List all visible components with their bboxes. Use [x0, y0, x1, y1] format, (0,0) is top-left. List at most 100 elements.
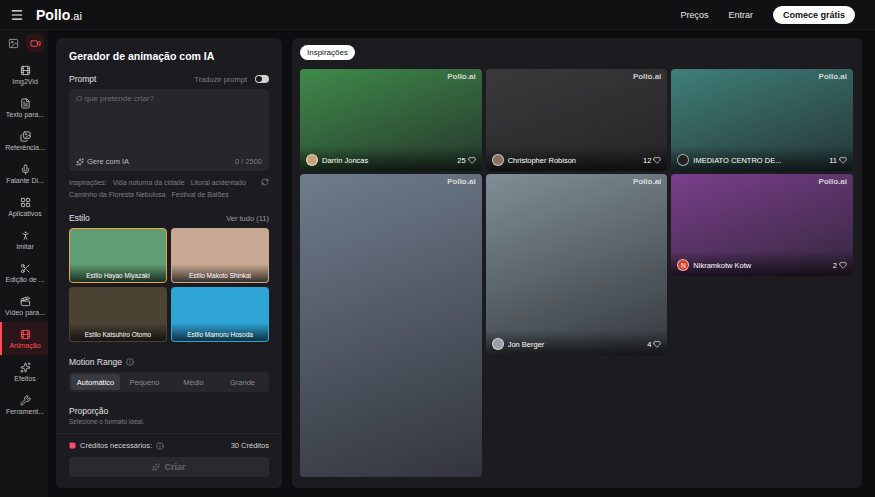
avatar[interactable] [677, 154, 689, 166]
like-count[interactable]: 11 [829, 156, 847, 165]
inspiration-chip[interactable]: Festival de Balões [172, 190, 229, 199]
sidebar-item[interactable]: Edição de ... [0, 256, 48, 289]
sidebar-item[interactable]: Falante Di... [0, 157, 48, 190]
mode-button[interactable] [4, 34, 22, 52]
nav-icon [20, 65, 31, 76]
inspiration-chip[interactable]: Vida noturna da cidade [113, 178, 185, 187]
motion-option[interactable]: Médio [169, 374, 218, 390]
style-card[interactable]: Estilo Katsuhiro Otomo [69, 287, 167, 342]
nav-icon [20, 395, 31, 406]
create-button[interactable]: Criar [69, 457, 269, 477]
watermark: Pollo.ai [447, 177, 475, 186]
author-name[interactable]: Christopher Robison [508, 156, 639, 165]
refresh-icon[interactable] [261, 178, 269, 186]
prompt-box: Gere com IA0 / 2500 [69, 89, 269, 171]
card-footer: Christopher Robison 12 [486, 146, 668, 171]
inspirations-tag[interactable]: Inspirações [300, 45, 355, 60]
sidebar: Img2VidTexto para...Referência...Falante… [0, 30, 48, 497]
style-card[interactable]: Estilo Hayao Miyazaki [69, 228, 167, 283]
prompt-label: Prompt [69, 74, 96, 84]
logo[interactable]: Pollo.ai [36, 7, 82, 23]
form-footer: Créditos necessários: 30 Créditos Criar [56, 433, 282, 488]
gallery-card[interactable]: Pollo.aiIMEDIATO CENTRO DE...11 [671, 69, 853, 171]
watermark: Pollo.ai [447, 72, 475, 81]
image-icon [8, 38, 19, 49]
sidebar-item[interactable]: Vídeo para... [0, 289, 48, 322]
nav-icon [20, 98, 31, 109]
gallery-card[interactable]: Pollo.ai N Nikramkotw Kotw 2 [671, 174, 853, 276]
nav-icon [20, 230, 31, 241]
sidebar-item[interactable]: Efeitos [0, 355, 48, 388]
author-name[interactable]: IMEDIATO CENTRO DE... [693, 156, 825, 165]
nav-link[interactable]: Preços [680, 10, 708, 20]
gallery-column: Pollo.ai Darrin Joncas 25 Pollo.ai [300, 69, 482, 488]
nav-icon [20, 263, 31, 274]
mode-button[interactable] [26, 34, 44, 52]
watermark: Pollo.ai [819, 177, 847, 186]
sidebar-item[interactable]: Aplicativos [0, 190, 48, 223]
inspiration-chip[interactable]: Litoral acidentado [191, 178, 246, 187]
style-card[interactable]: Estilo Mamoru Hosoda [171, 287, 269, 342]
ratio-label: Proporção [69, 406, 269, 416]
nav-link[interactable]: Entrar [728, 10, 753, 20]
heart-icon [468, 156, 476, 164]
see-all-link[interactable]: Ver tudo (11) [226, 214, 269, 223]
gallery-card[interactable]: Pollo.aiChristopher Robison12 [486, 69, 668, 171]
motion-range: AutomáticoPequenoMédioGrande [69, 372, 269, 392]
generate-ai-button[interactable]: Gere com IA [76, 157, 129, 166]
inspirations: Inspirações:Vida noturna da cidadeLitora… [69, 178, 269, 199]
nav-icon [20, 131, 31, 142]
sparkles-icon [152, 463, 160, 471]
gallery-column: Pollo.ai IMEDIATO CENTRO DE... 11 Pollo.ai N… [671, 69, 853, 488]
sidebar-item[interactable]: Ferrament... [0, 388, 48, 421]
avatar[interactable] [492, 338, 504, 350]
heart-icon [653, 156, 661, 164]
sidebar-item[interactable]: Img2Vid [0, 58, 48, 91]
avatar[interactable]: N [677, 259, 689, 271]
generator-panel: Gerador de animação com IA Prompt Traduzir… [56, 38, 282, 488]
author-name[interactable]: Darrin Joncas [322, 156, 453, 165]
gallery-card[interactable]: Pollo.aiJon Berger4 [486, 174, 668, 355]
info-icon[interactable] [156, 442, 164, 450]
avatar[interactable] [492, 154, 504, 166]
motion-option[interactable]: Automático [71, 374, 120, 390]
app: Pollo.ai Preços Entrar Comece grátis Img2Vid… [0, 0, 875, 497]
like-count[interactable]: 25 [457, 156, 475, 165]
card-footer: Darrin Joncas 25 [300, 146, 482, 171]
sidebar-item[interactable]: Texto para... [0, 91, 48, 124]
cta-button[interactable]: Comece grátis [773, 6, 855, 24]
like-count[interactable]: 4 [647, 340, 661, 349]
nav-icon [20, 296, 31, 307]
ratio-hint: Selecione o formato ideal. [69, 418, 269, 425]
author-name[interactable]: Nikramkotw Kotw [693, 261, 829, 270]
nav-icon [20, 362, 31, 373]
translate-toggle[interactable]: Traduzir prompt [194, 75, 269, 84]
menu-icon[interactable] [10, 8, 24, 22]
panel-title: Gerador de animação com IA [69, 50, 269, 62]
prompt-input[interactable] [76, 94, 262, 157]
like-count[interactable]: 2 [833, 261, 847, 270]
nav-icon [20, 164, 31, 175]
like-count[interactable]: 12 [643, 156, 661, 165]
sidebar-item[interactable]: Referência... [0, 124, 48, 157]
gallery-column: Pollo.aiChristopher Robison12Pollo.aiJon… [486, 69, 668, 488]
card-footer: N Nikramkotw Kotw 2 [671, 251, 853, 276]
inspiration-chip[interactable]: Caminho da Floresta Nebulosa [69, 190, 166, 199]
card-footer: IMEDIATO CENTRO DE... 11 [671, 146, 853, 171]
info-icon[interactable] [126, 358, 134, 366]
sidebar-item[interactable]: Imitar [0, 223, 48, 256]
style-card[interactable]: Estilo Makoto Shinkai [171, 228, 269, 283]
card-footer: Jon Berger4 [486, 330, 668, 355]
motion-option[interactable]: Pequeno [120, 374, 169, 390]
gallery-card[interactable]: Pollo.ai [300, 174, 482, 477]
avatar[interactable] [306, 154, 318, 166]
toggle-switch[interactable] [255, 75, 269, 83]
motion-option[interactable]: Grande [218, 374, 267, 390]
sidebar-item[interactable]: Animação [0, 322, 48, 355]
credits-label: Créditos necessários: [69, 441, 164, 450]
top-nav: Preços Entrar Comece grátis [680, 6, 855, 24]
credits-value: 30 Créditos [231, 441, 269, 450]
style-label: Estilo [69, 213, 90, 223]
author-name[interactable]: Jon Berger [508, 340, 644, 349]
gallery-card[interactable]: Pollo.ai Darrin Joncas 25 [300, 69, 482, 171]
